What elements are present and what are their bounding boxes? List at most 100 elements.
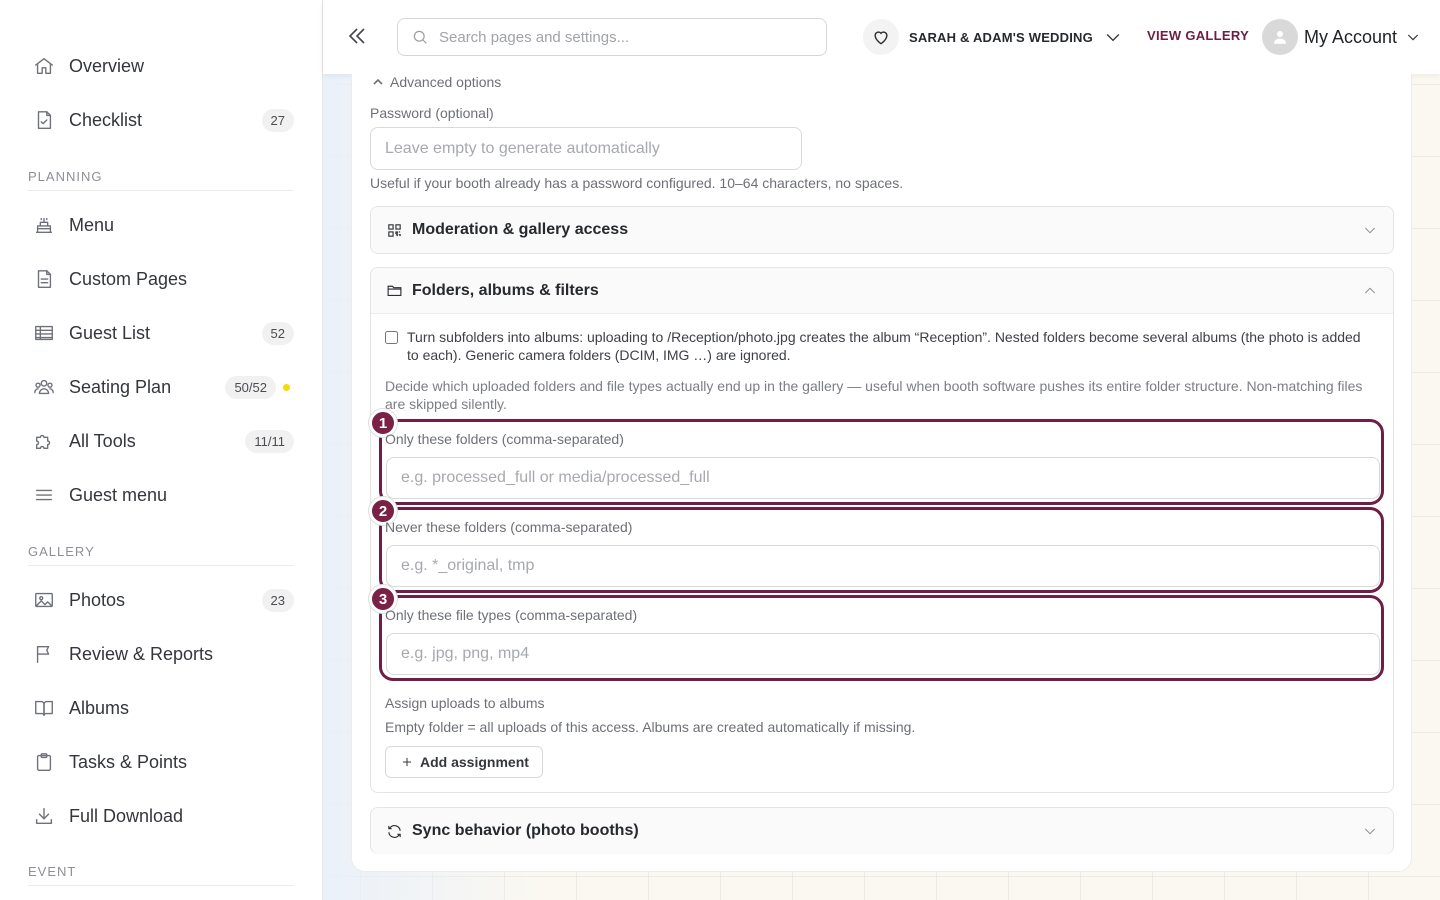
sidebar-item-albums[interactable]: Albums [28,688,294,728]
chevron-down-icon [1106,34,1120,42]
subfolders-option[interactable]: Turn subfolders into albums: uploading t… [385,328,1365,364]
sidebar-item-label: Menu [69,214,115,235]
plus-icon [402,757,412,767]
chevron-up-icon [373,78,383,85]
download-icon [31,803,57,829]
sidebar-item-seating-plan[interactable]: Seating Plan 50/52 [28,367,294,407]
count-badge: 23 [261,588,294,612]
search-input[interactable] [439,28,809,46]
sidebar-item-photos[interactable]: Photos 23 [28,580,294,620]
sidebar-item-label: Full Download [69,805,184,826]
collapse-sidebar-button[interactable] [343,22,371,50]
file-types-input[interactable] [386,633,1380,675]
sidebar-item-label: Photos [69,589,126,610]
subfolders-checkbox[interactable] [385,330,398,345]
sidebar-item-all-tools[interactable]: All Tools 11/11 [28,421,294,461]
moderation-accordion-header[interactable]: Moderation & gallery access [371,207,1393,253]
flag-icon [31,641,57,667]
account-menu[interactable]: My Account [1262,19,1421,55]
folders-description: Decide which uploaded folders and file t… [385,378,1363,412]
notification-dot [283,384,290,391]
home-icon [31,53,57,79]
folders-title: Folders, albums & filters [412,281,599,299]
exclude-folders-label: Never these folders (comma-separated) [385,519,633,535]
count-badge: 11/11 [245,429,294,453]
user-icon [1274,31,1286,44]
chevron-up-icon [1364,287,1376,293]
count-badge: 50/52 [225,375,276,399]
include-folders-label: Only these folders (comma-separated) [385,431,624,447]
password-label: Password (optional) [370,105,494,121]
sidebar-item-full-download[interactable]: Full Download [28,796,294,836]
sidebar-item-label: Seating Plan [69,376,172,397]
folders-accordion: Folders, albums & filters Turn subfolder… [369,267,1394,793]
event-name: SARAH & ADAM'S WEDDING [909,29,1093,45]
sidebar-item-label: All Tools [69,430,136,451]
image-icon [31,587,57,613]
sync-accordion-header[interactable]: Sync behavior (photo booths) [371,808,1393,854]
section-title-event: EVENT [28,864,294,886]
sidebar-item-label: Guest menu [69,484,168,505]
chevron-down-icon [1364,227,1376,234]
add-assignment-button[interactable]: Add assignment [385,746,543,778]
users-icon [31,374,57,400]
sync-accordion: Sync behavior (photo booths) [370,807,1394,854]
password-help: Useful if your booth already has a passw… [370,175,904,191]
sidebar-item-tasks-points[interactable]: Tasks & Points [28,742,294,782]
double-chevron-left-icon [348,28,365,44]
moderation-title: Moderation & gallery access [412,221,629,238]
menu-icon [31,482,57,508]
qr-code-icon [388,223,401,237]
moderation-accordion: Moderation & gallery access [370,206,1394,254]
clipboard-icon [31,749,57,775]
event-switcher[interactable]: SARAH & ADAM'S WEDDING [863,19,1123,55]
search-box[interactable] [397,18,827,56]
sidebar-item-overview[interactable]: Overview [28,46,294,86]
advanced-options-label: Advanced options [390,74,502,90]
settings-card: Advanced options Password (optional) Use… [351,74,1412,872]
checklist-icon [31,107,57,133]
sidebar-item-guest-list[interactable]: Guest List 52 [28,313,294,353]
folder-icon [387,285,402,297]
folders-accordion-header[interactable]: Folders, albums & filters [371,268,1393,314]
sidebar-item-label: Tasks & Points [69,751,188,772]
cake-icon [31,212,57,238]
search-icon [413,30,427,44]
page-icon [31,266,57,292]
sidebar-item-label: Albums [69,697,130,718]
advanced-options-toggle[interactable]: Advanced options [372,74,501,90]
section-title-gallery: GALLERY [28,544,294,566]
assign-uploads-label: Assign uploads to albums [385,695,545,711]
sidebar-item-guest-menu[interactable]: Guest menu [28,475,294,515]
count-badge: 27 [261,108,294,132]
sidebar-item-label: Review & Reports [69,643,214,664]
chevron-down-icon [1364,828,1376,835]
refresh-icon [388,824,401,838]
sidebar-item-review-reports[interactable]: Review & Reports [28,634,294,674]
avatar [1262,19,1298,55]
sidebar-item-checklist[interactable]: Checklist 27 [28,100,294,140]
view-gallery-link[interactable]: VIEW GALLERY [1147,28,1249,43]
highlight-box: 1 Only these folders (comma-separated) [369,409,1384,505]
sidebar-item-label: Checklist [69,109,143,130]
sidebar: Overview Checklist 27 PLANNING Menu Cust… [0,0,323,900]
sync-title: Sync behavior (photo booths) [412,822,639,839]
topbar: SARAH & ADAM'S WEDDING VIEW GALLERY My A… [323,0,1440,74]
sidebar-item-label: Custom Pages [69,268,188,289]
subfolders-checkbox-label: Turn subfolders into albums: uploading t… [407,329,1361,363]
add-assignment-label: Add assignment [420,754,529,770]
sidebar-item-label: Overview [69,55,145,76]
account-label: My Account [1304,26,1398,47]
password-field[interactable] [370,127,802,170]
highlight-box: 3 Only these file types (comma-separated… [369,585,1384,681]
sidebar-item-label: Guest List [69,322,151,343]
table-icon [31,320,57,346]
exclude-folders-input[interactable] [386,545,1380,587]
chevron-down-icon [1407,34,1419,41]
assign-uploads-help: Empty folder = all uploads of this acces… [385,719,916,735]
highlight-box: 2 Never these folders (comma-separated) [369,497,1384,593]
include-folders-input[interactable] [386,457,1380,499]
section-title-planning: PLANNING [28,169,294,191]
sidebar-item-menu[interactable]: Menu [28,205,294,245]
sidebar-item-custom-pages[interactable]: Custom Pages [28,259,294,299]
